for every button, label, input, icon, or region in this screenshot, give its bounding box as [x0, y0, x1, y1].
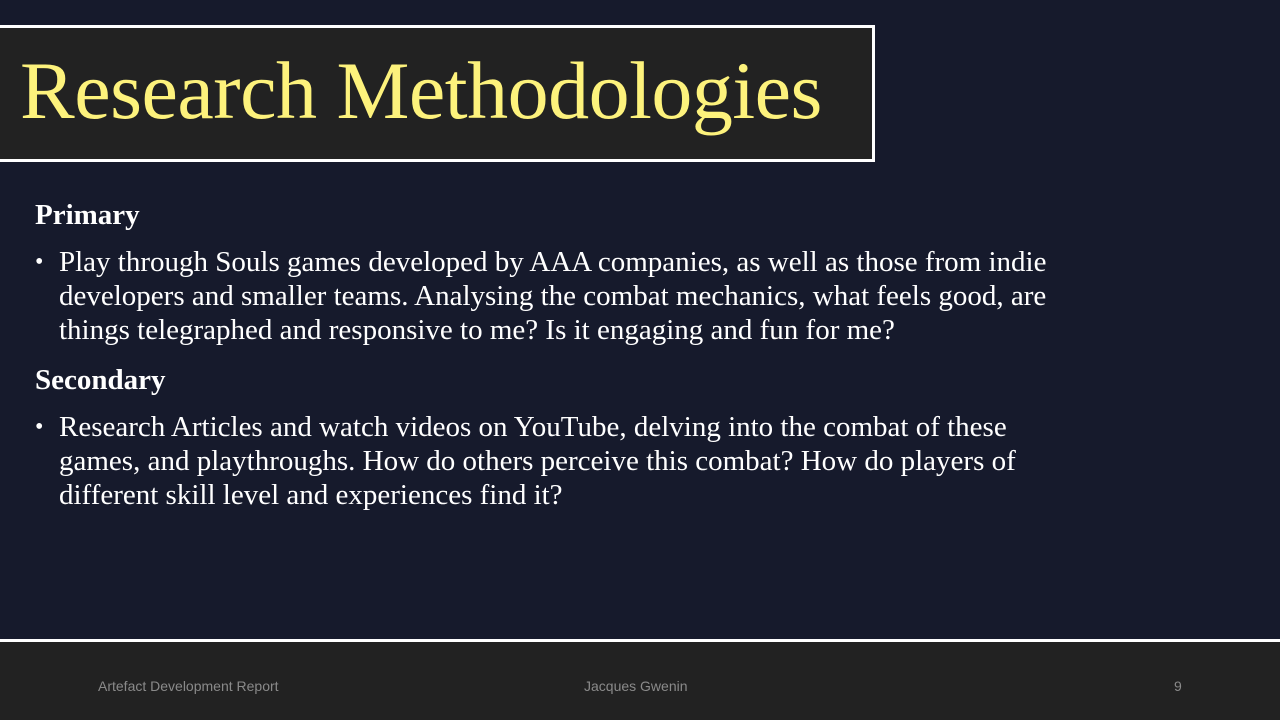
bullet-icon: • [35, 414, 44, 440]
bullet-list-secondary: • Research Articles and watch videos on … [35, 410, 1095, 512]
bullet-list-primary: • Play through Souls games developed by … [35, 245, 1095, 347]
footer: Artefact Development Report Jacques Gwen… [0, 642, 1280, 720]
slide-content: Primary • Play through Souls games devel… [35, 195, 1095, 512]
slide: Research Methodologies Primary • Play th… [0, 0, 1280, 720]
section-heading-secondary: Secondary [35, 364, 166, 396]
footer-author: Jacques Gwenin [584, 678, 688, 694]
bullet-text: Research Articles and watch videos on Yo… [59, 411, 1016, 511]
bullet-item: • Research Articles and watch videos on … [35, 410, 1095, 512]
bullet-icon: • [35, 249, 44, 275]
section-heading-primary: Primary [35, 199, 140, 231]
bullet-text: Play through Souls games developed by AA… [59, 246, 1047, 346]
footer-report-title: Artefact Development Report [98, 678, 279, 694]
bullet-item: • Play through Souls games developed by … [35, 245, 1095, 347]
footer-page-number: 9 [1174, 678, 1182, 694]
slide-title: Research Methodologies [20, 45, 822, 136]
